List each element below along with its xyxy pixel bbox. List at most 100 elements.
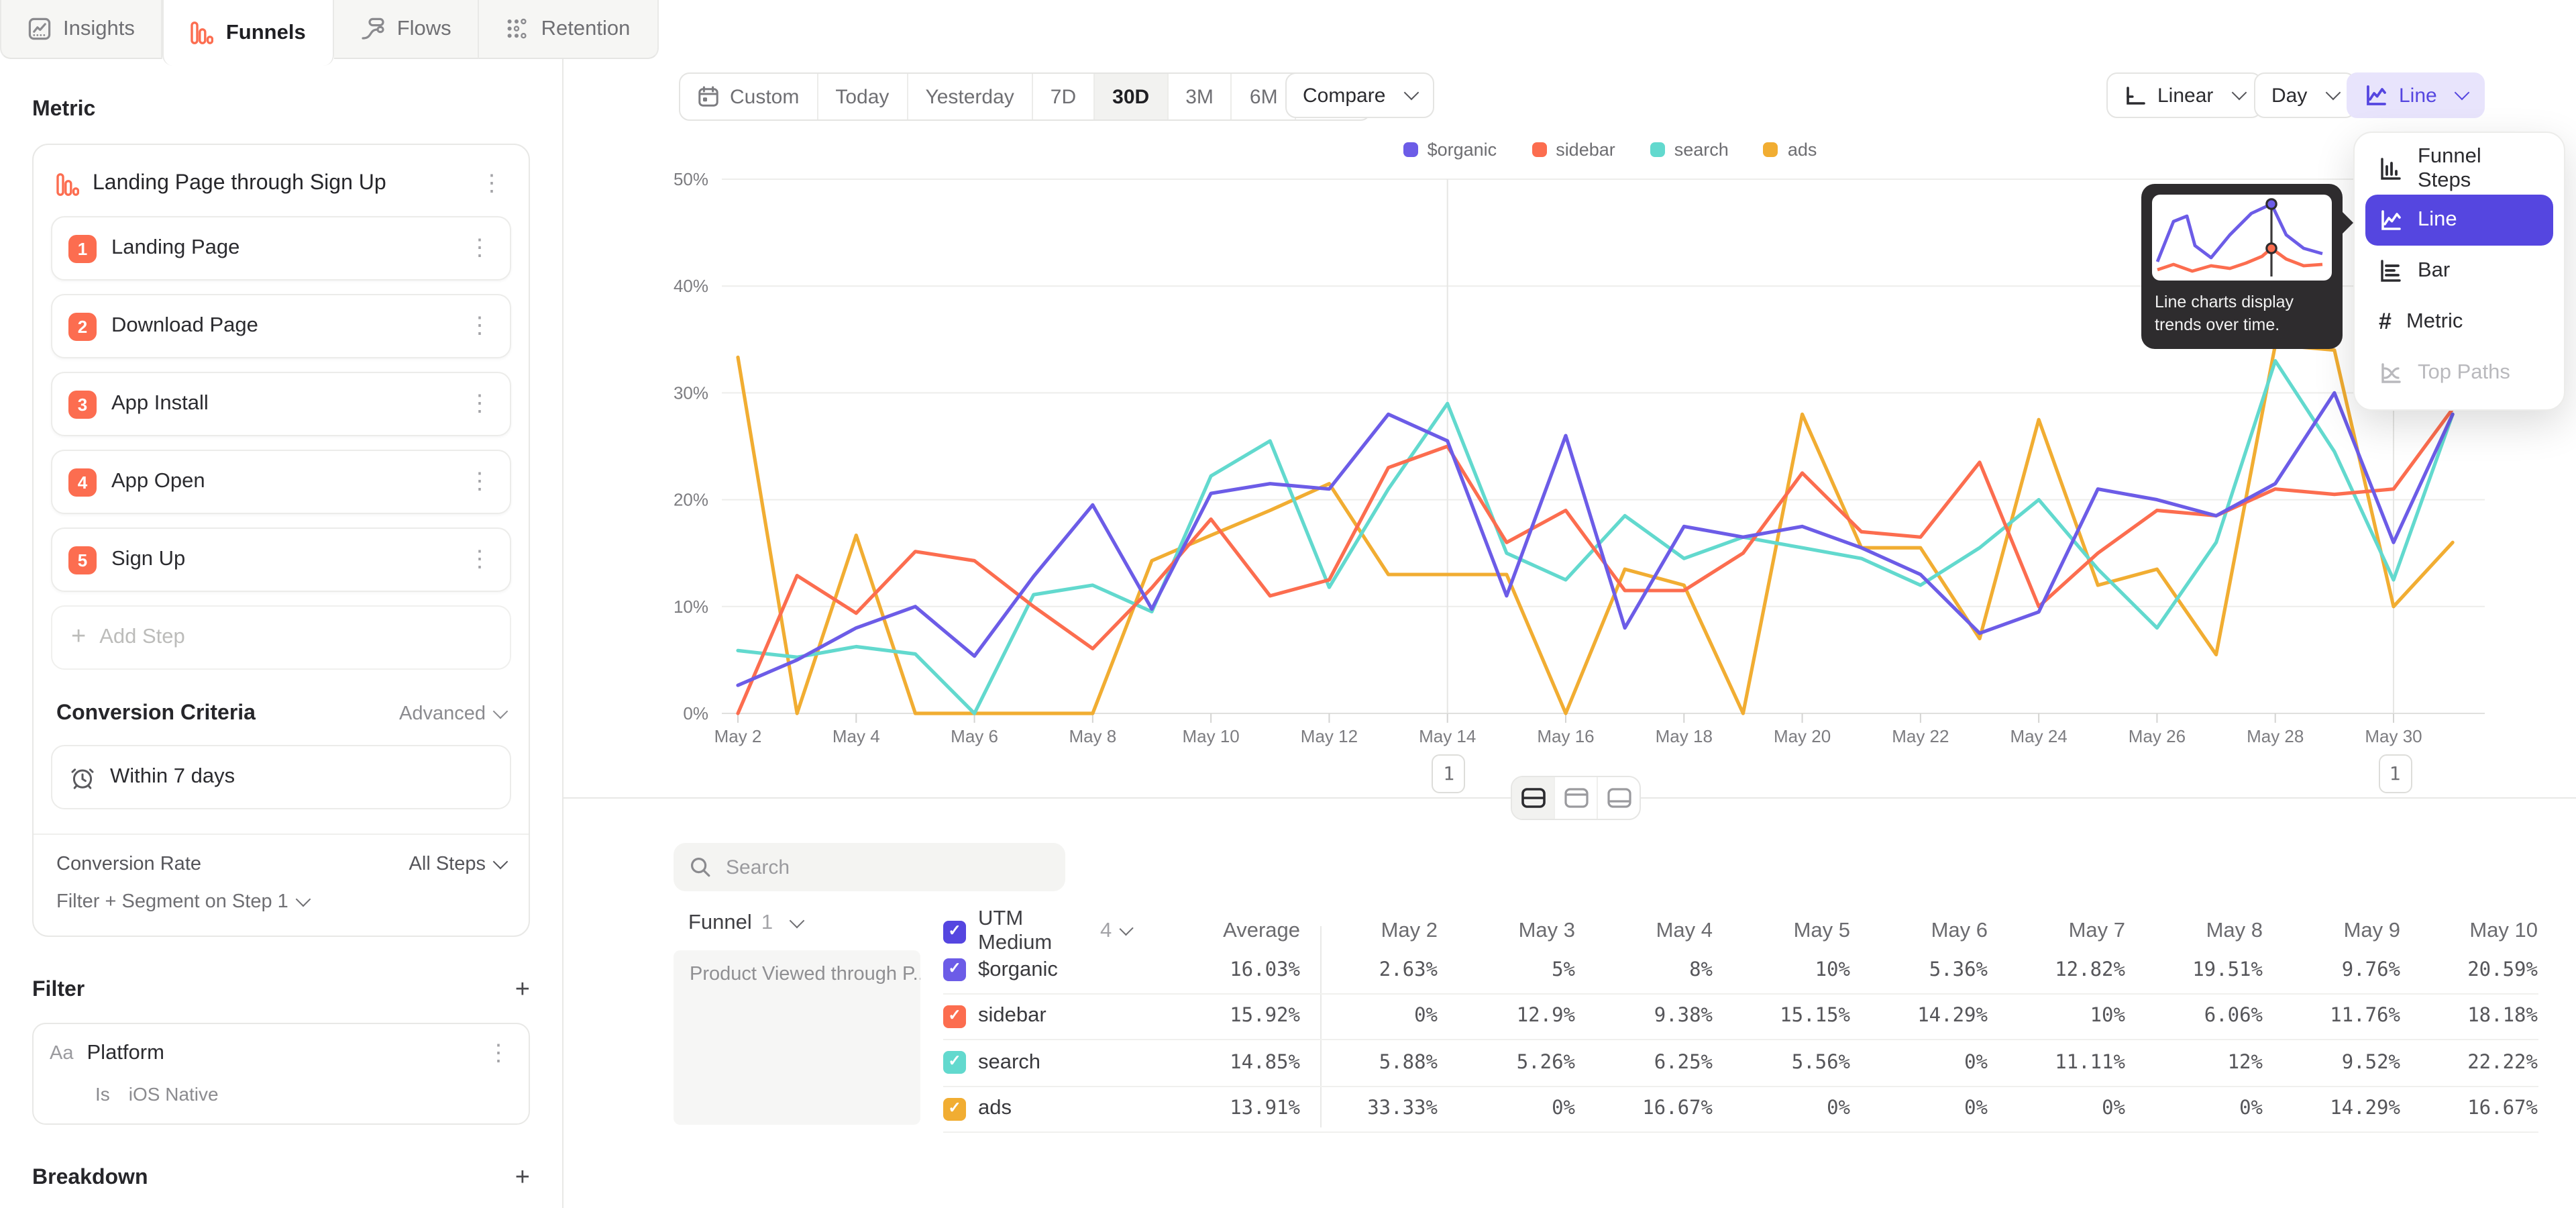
table-row[interactable]: ✓sidebar 15.92% 0% 12.9% 9.38% 15.15% 14…: [943, 994, 2538, 1040]
chart-type-dropdown[interactable]: Line: [2347, 72, 2485, 118]
row-checkbox[interactable]: ✓: [943, 1052, 966, 1074]
cell-value: 16.67%: [1575, 1099, 1713, 1120]
menu-item-bar[interactable]: Bar: [2365, 246, 2553, 297]
legend-item[interactable]: search: [1650, 140, 1729, 160]
row-checkbox[interactable]: ✓: [943, 1098, 966, 1121]
x-axis-label: May 12: [1301, 726, 1358, 746]
column-header-date[interactable]: May 9: [2263, 919, 2400, 944]
date-range-30d[interactable]: 30D: [1095, 74, 1168, 119]
cell-value: 5.56%: [1713, 1052, 1850, 1074]
table-row[interactable]: ✓search 14.85% 5.88% 5.26% 6.25% 5.56% 0…: [943, 1040, 2538, 1087]
filter-segment-dropdown[interactable]: Filter + Segment on Step 1: [56, 891, 506, 913]
legend-swatch: [1532, 142, 1546, 157]
date-range-segmented-control: Custom Today Yesterday 7D 30D 3M 6M 12M: [679, 72, 1372, 121]
interval-dropdown[interactable]: Day: [2254, 72, 2355, 118]
conversion-window-button[interactable]: Within 7 days: [51, 745, 511, 809]
annotation-badge[interactable]: 1: [1432, 754, 1466, 793]
funnel-metric-icon: [56, 172, 79, 195]
funnel-column-header[interactable]: Funnel 1: [688, 907, 802, 940]
x-axis-label: May 16: [1537, 726, 1594, 746]
table-row[interactable]: ✓ads 13.91% 33.33% 0% 16.67% 0% 0% 0% 0%…: [943, 1087, 2538, 1133]
tab-insights[interactable]: Insights: [0, 0, 163, 59]
column-header-date[interactable]: May 4: [1575, 919, 1713, 944]
cell-value: 15.15%: [1713, 1006, 1850, 1027]
table-only-view-toggle[interactable]: [1598, 777, 1640, 819]
column-header-date[interactable]: May 6: [1850, 919, 1988, 944]
range-label: Yesterday: [925, 85, 1014, 108]
add-filter-button[interactable]: [515, 974, 530, 1005]
menu-item-line[interactable]: Line: [2365, 195, 2553, 246]
chevron-down-icon: [493, 854, 508, 870]
x-axis-label: May 14: [1419, 726, 1476, 746]
step-menu-icon[interactable]: [466, 391, 494, 417]
column-header-date[interactable]: May 8: [2125, 919, 2263, 944]
filter-value[interactable]: iOS Native: [129, 1083, 219, 1105]
date-range-custom[interactable]: Custom: [680, 74, 818, 119]
date-range-today[interactable]: Today: [818, 74, 908, 119]
funnel-step-3[interactable]: 3 App Install: [51, 372, 511, 436]
funnel-step-4[interactable]: 4 App Open: [51, 450, 511, 514]
legend-item[interactable]: ads: [1764, 140, 1817, 160]
tab-funnels[interactable]: Funnels: [163, 0, 334, 66]
column-header-average[interactable]: Average: [1131, 919, 1300, 944]
search-input[interactable]: [723, 854, 1049, 880]
chart-only-view-toggle[interactable]: [1555, 777, 1598, 819]
cell-value: 19.51%: [2125, 960, 2263, 981]
funnel-step-1[interactable]: 1 Landing Page: [51, 216, 511, 281]
range-label: Custom: [730, 85, 799, 108]
step-menu-icon[interactable]: [466, 468, 494, 495]
funnel-step-5[interactable]: 5 Sign Up: [51, 527, 511, 592]
add-step-button[interactable]: Add Step: [51, 605, 511, 670]
legend-item[interactable]: sidebar: [1532, 140, 1615, 160]
tab-retention[interactable]: Retention: [480, 0, 659, 59]
menu-item-metric[interactable]: # Metric: [2365, 297, 2553, 348]
date-range-7d[interactable]: 7D: [1033, 74, 1095, 119]
date-range-3m[interactable]: 3M: [1168, 74, 1232, 119]
legend-swatch: [1650, 142, 1665, 157]
step-menu-icon[interactable]: [466, 235, 494, 262]
column-header-date[interactable]: May 5: [1713, 919, 1850, 944]
menu-item-funnel-steps[interactable]: Funnel Steps: [2365, 144, 2553, 195]
conversion-rate-dropdown[interactable]: All Steps: [409, 854, 506, 875]
segment-name: search: [978, 1051, 1040, 1075]
menu-item-label: Top Paths: [2418, 361, 2510, 385]
compare-button[interactable]: Compare: [1285, 72, 1434, 118]
add-step-label: Add Step: [99, 625, 185, 650]
tab-flows[interactable]: Flows: [334, 0, 480, 59]
date-range-yesterday[interactable]: Yesterday: [908, 74, 1032, 119]
annotation-badge[interactable]: 1: [2378, 754, 2412, 793]
filter-operator[interactable]: Is: [95, 1083, 110, 1105]
column-header-date[interactable]: May 3: [1438, 919, 1575, 944]
step-menu-icon[interactable]: [466, 313, 494, 340]
cell-value: 16.03%: [1131, 960, 1300, 981]
column-header-date[interactable]: May 7: [1988, 919, 2125, 944]
split-view-toggle[interactable]: [1512, 777, 1555, 819]
funnel-step-2[interactable]: 2 Download Page: [51, 294, 511, 358]
legend-item[interactable]: $organic: [1403, 140, 1497, 160]
cell-value: 5.36%: [1850, 960, 1988, 981]
scale-dropdown[interactable]: Linear: [2106, 72, 2261, 118]
tab-label: Insights: [63, 17, 135, 41]
funnel-menu-icon[interactable]: [478, 170, 506, 197]
chevron-down-icon: [1403, 85, 1419, 101]
legend-swatch: [1403, 142, 1418, 157]
plus-icon: [71, 624, 86, 651]
step-menu-icon[interactable]: [466, 546, 494, 573]
add-breakdown-button[interactable]: [515, 1162, 530, 1193]
row-checkbox[interactable]: ✓: [943, 1005, 966, 1028]
row-checkbox[interactable]: ✓: [943, 959, 966, 982]
select-all-checkbox[interactable]: ✓: [943, 920, 966, 943]
column-header-date[interactable]: May 10: [2400, 919, 2538, 944]
table-row[interactable]: ✓$organic 16.03% 2.63% 5% 8% 10% 5.36% 1…: [943, 948, 2538, 994]
x-axis-label: May 30: [2365, 726, 2422, 746]
advanced-dropdown[interactable]: Advanced: [399, 703, 506, 725]
filter-property[interactable]: Platform: [87, 1042, 472, 1066]
filter-menu-icon[interactable]: [484, 1040, 513, 1067]
funnel-steps-icon: [2379, 157, 2403, 181]
cell-value: 10%: [1988, 1006, 2125, 1027]
x-axis-label: May 28: [2247, 726, 2304, 746]
y-axis-label: 30%: [674, 383, 708, 403]
table-search[interactable]: [674, 843, 1065, 891]
funnel-metric-card: Landing Page through Sign Up 1 Landing P…: [32, 144, 530, 937]
funnel-name-cell[interactable]: Product Viewed through P...: [674, 950, 920, 1125]
